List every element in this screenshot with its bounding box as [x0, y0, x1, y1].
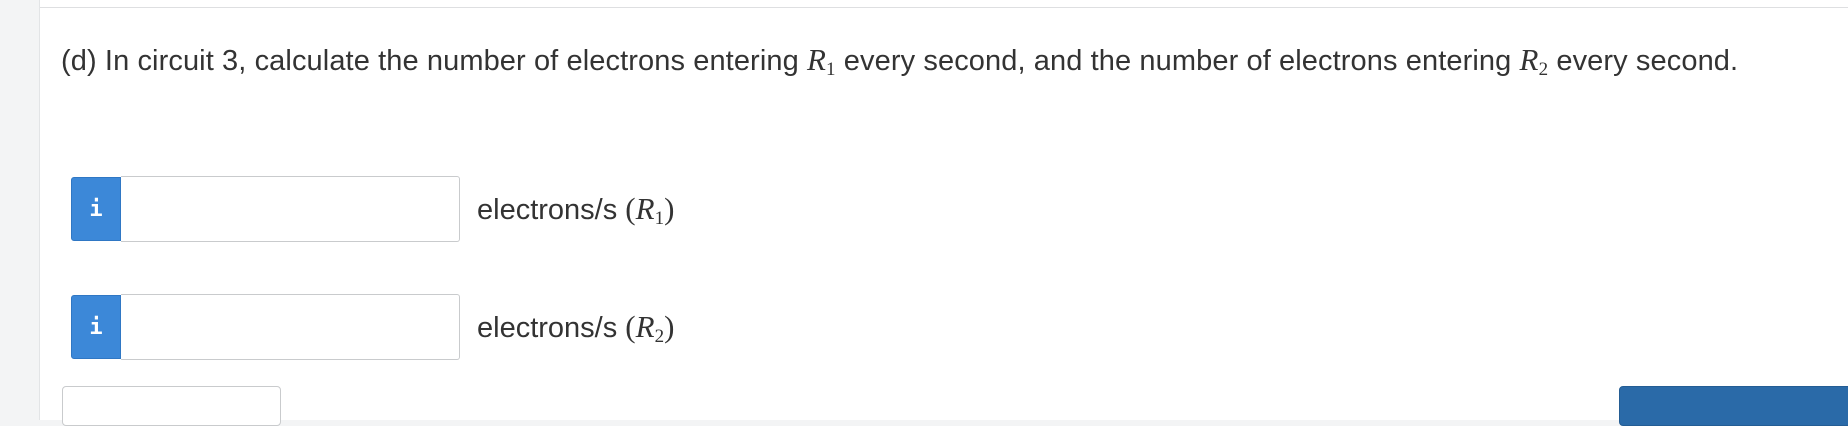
- secondary-action-button[interactable]: [62, 386, 281, 426]
- unit-paren-close: ): [664, 309, 675, 344]
- unit-symbol-r2: R2: [635, 309, 665, 347]
- symbol-r1-subscript: 1: [826, 59, 836, 80]
- unit-symbol-subscript: 1: [654, 208, 665, 229]
- unit-label-r1: electrons/s (R1): [477, 191, 675, 229]
- info-icon[interactable]: i: [71, 177, 121, 241]
- symbol-r1: R1: [806, 42, 836, 80]
- primary-action-button[interactable]: [1619, 386, 1848, 426]
- symbol-r1-letter: R: [806, 42, 827, 77]
- top-divider: [40, 0, 1848, 8]
- answer-row-r2: i electrons/s (R2): [71, 294, 674, 360]
- question-text-segment-1: In circuit 3, calculate the number of el…: [96, 45, 807, 77]
- symbol-r2-subscript: 2: [1538, 59, 1549, 80]
- question-text-segment-3: every second.: [1548, 45, 1739, 77]
- symbol-r2-letter: R: [1519, 42, 1539, 77]
- symbol-r2: R2: [1519, 42, 1549, 80]
- question-part-label: (d): [61, 45, 97, 77]
- question-text-segment-2: every second, and the number of electron…: [835, 45, 1520, 77]
- unit-symbol-letter: R: [635, 191, 655, 226]
- info-icon[interactable]: i: [71, 295, 121, 359]
- unit-paren-close: ): [664, 191, 675, 226]
- answer-input-r2[interactable]: [121, 294, 460, 360]
- unit-text: electrons/s: [477, 194, 626, 226]
- unit-paren-open: (: [625, 309, 636, 344]
- question-text: (d) In circuit 3, calculate the number o…: [61, 38, 1801, 83]
- answer-input-r1[interactable]: [121, 176, 460, 242]
- unit-label-r2: electrons/s (R2): [477, 309, 675, 347]
- answer-row-r1: i electrons/s (R1): [71, 176, 674, 242]
- unit-symbol-letter: R: [635, 309, 655, 344]
- unit-symbol-r1: R1: [635, 191, 665, 229]
- unit-text: electrons/s: [477, 312, 626, 344]
- unit-paren-open: (: [625, 191, 636, 226]
- unit-symbol-subscript: 2: [654, 326, 665, 347]
